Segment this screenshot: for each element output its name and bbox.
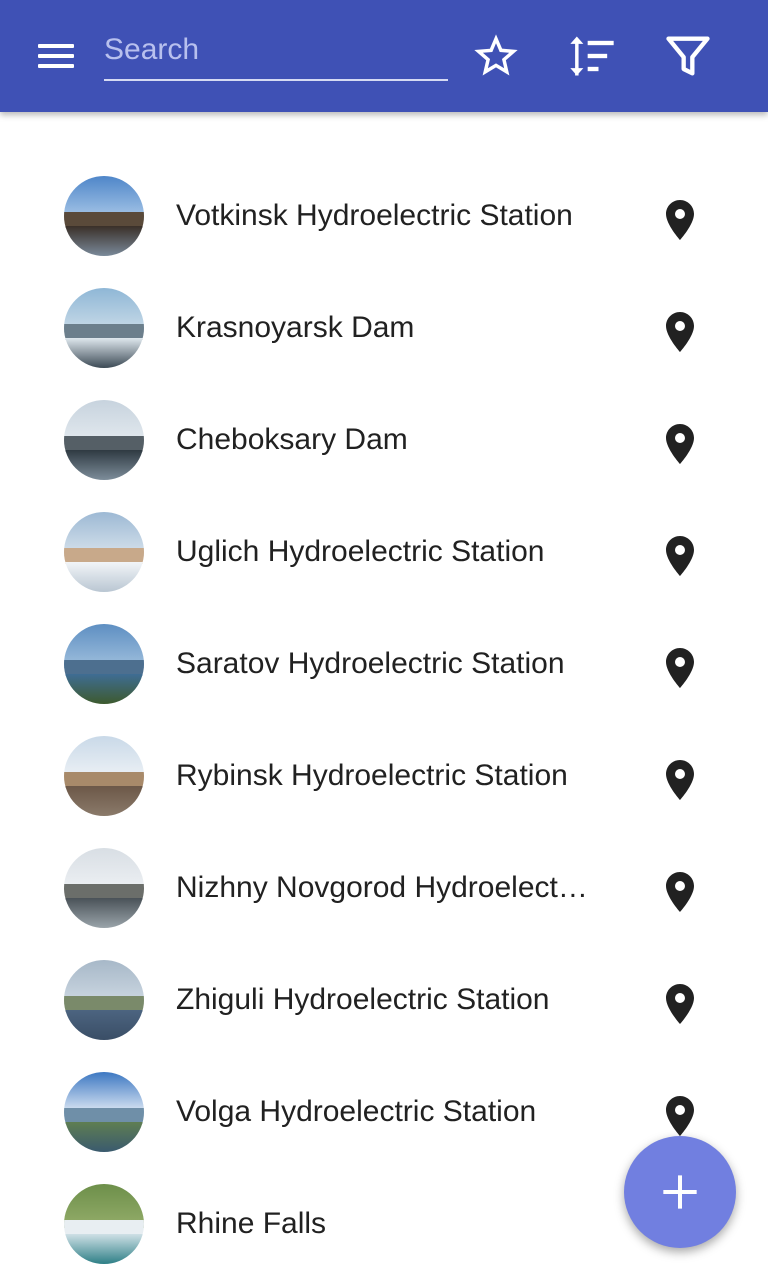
list-item[interactable]: Nizhny Novgorod Hydroelectric Station — [0, 832, 768, 944]
map-marker-icon[interactable] — [656, 756, 704, 804]
list-item-title: Rhine Falls — [176, 1207, 327, 1240]
list-item-title: Krasnoyarsk Dam — [176, 311, 415, 344]
krasnoyarsk-photo — [64, 288, 144, 368]
list-item[interactable]: Saratov Hydroelectric Station — [0, 608, 768, 720]
saratov-photo — [64, 624, 144, 704]
rhine-falls-photo — [64, 1184, 144, 1264]
nizhny-novgorod-photo — [64, 848, 144, 928]
menu-icon[interactable] — [30, 36, 82, 76]
sort-icon[interactable] — [566, 30, 618, 82]
votkinsk-photo — [64, 176, 144, 256]
map-marker-icon[interactable] — [656, 644, 704, 692]
add-button[interactable] — [624, 1136, 736, 1248]
add-icon — [663, 1175, 697, 1209]
search-input[interactable] — [104, 22, 448, 78]
map-marker-icon[interactable] — [656, 532, 704, 580]
list-item[interactable]: Krasnoyarsk Dam — [0, 272, 768, 384]
list-item-title: Saratov Hydroelectric Station — [176, 647, 565, 680]
list-item-title: Rybinsk Hydroelectric Station — [176, 759, 568, 792]
list-item-title: Votkinsk Hydroelectric Station — [176, 199, 573, 232]
list-item[interactable]: Uglich Hydroelectric Station — [0, 496, 768, 608]
list-item[interactable]: Rybinsk Hydroelectric Station — [0, 720, 768, 832]
list-item[interactable]: Zhiguli Hydroelectric Station — [0, 944, 768, 1056]
list-item[interactable]: Cheboksary Dam — [0, 384, 768, 496]
map-marker-icon[interactable] — [656, 308, 704, 356]
list-item-title: Zhiguli Hydroelectric Station — [176, 983, 550, 1016]
app-bar — [0, 0, 768, 112]
rybinsk-photo — [64, 736, 144, 816]
cheboksary-photo — [64, 400, 144, 480]
filter-icon[interactable] — [662, 30, 714, 82]
list-item-title: Nizhny Novgorod Hydroelectric Station — [176, 871, 596, 904]
list-item-title: Volga Hydroelectric Station — [176, 1095, 537, 1128]
search-box — [104, 22, 448, 82]
list-item-title: Cheboksary Dam — [176, 423, 408, 456]
map-marker-icon[interactable] — [656, 980, 704, 1028]
star-outline-icon[interactable] — [470, 30, 522, 82]
map-marker-icon[interactable] — [656, 868, 704, 916]
uglich-photo — [64, 512, 144, 592]
map-marker-icon[interactable] — [656, 420, 704, 468]
map-marker-icon[interactable] — [656, 1092, 704, 1140]
list-item[interactable]: Votkinsk Hydroelectric Station — [0, 160, 768, 272]
station-list: Votkinsk Hydroelectric Station Krasnoyar… — [0, 160, 768, 1280]
map-marker-icon[interactable] — [656, 196, 704, 244]
search-underline — [104, 79, 448, 81]
volga-photo — [64, 1072, 144, 1152]
zhiguli-photo — [64, 960, 144, 1040]
list-item-title: Uglich Hydroelectric Station — [176, 535, 545, 568]
